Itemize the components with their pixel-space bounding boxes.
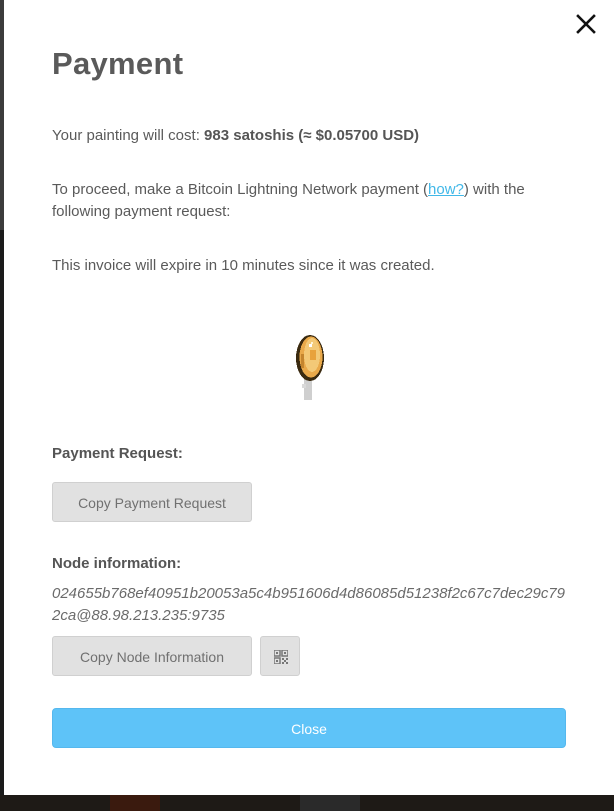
cost-amount: 983 satoshis (≈ $0.05700 USD) [204,127,420,144]
payment-request-label: Payment Request: [52,445,183,462]
copy-node-information-button[interactable]: Copy Node Information [52,636,252,676]
cost-text: Your painting will cost: 983 satoshis (≈… [52,127,420,144]
qr-code-icon [274,650,288,664]
expire-text: This invoice will expire in 10 minutes s… [52,257,435,274]
page-title: Payment [52,46,184,81]
node-information-label: Node information: [52,555,182,572]
spinning-coin-icon [296,335,324,400]
close-button[interactable]: Close [52,708,566,748]
qr-code-button[interactable] [260,636,300,676]
node-information-value: 024655b768ef40951b20053a5c4b951606d4d860… [52,585,566,624]
close-icon[interactable] [574,12,598,36]
payment-modal: Payment Your painting will cost: 983 sat… [4,0,614,795]
backdrop [0,795,614,811]
how-link[interactable]: how? [428,181,464,198]
copy-payment-request-button[interactable]: Copy Payment Request [52,482,252,522]
proceed-text: To proceed, make a Bitcoin Lightning Net… [52,181,525,220]
